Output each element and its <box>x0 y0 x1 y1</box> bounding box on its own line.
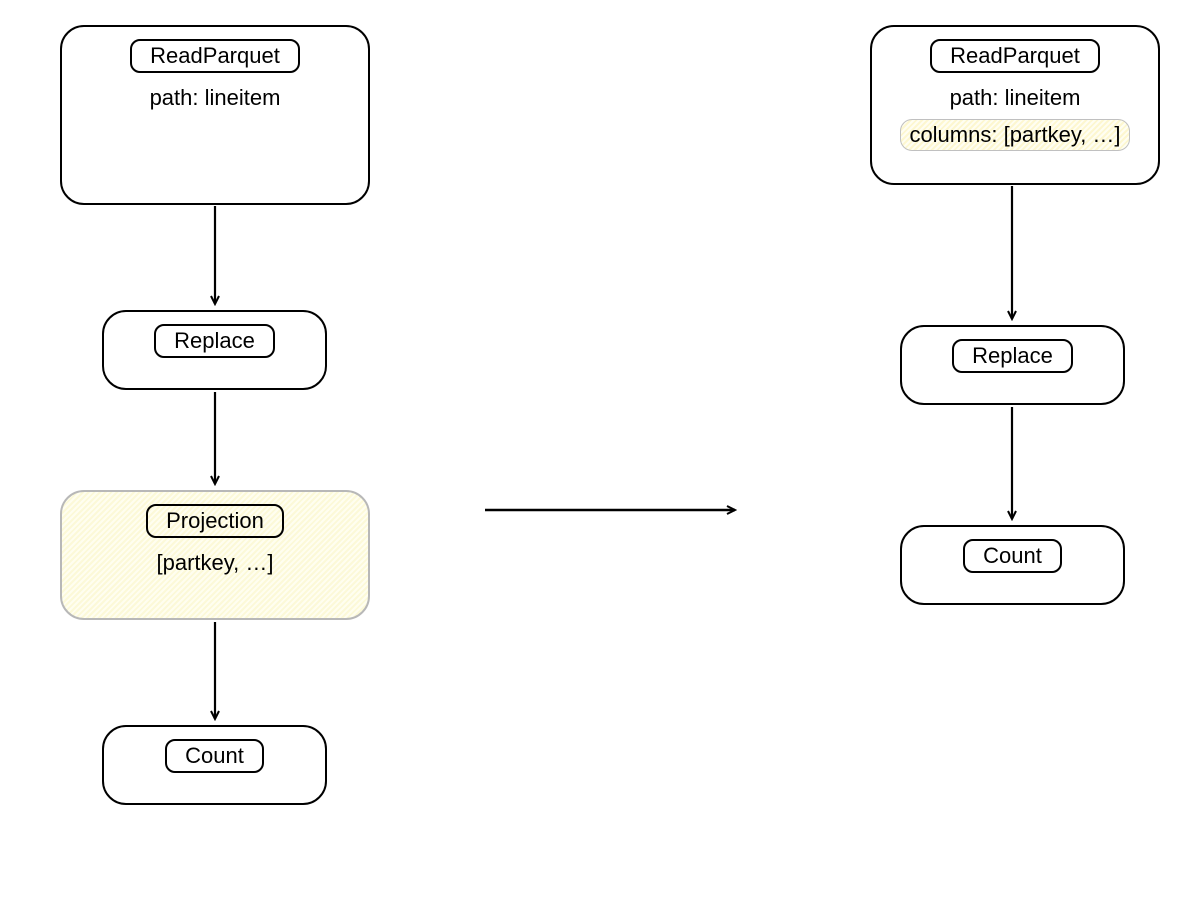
node-prop-cols-highlight: columns: [partkey, …] <box>900 119 1129 151</box>
node-projection-left: Projection [partkey, …] <box>60 490 370 620</box>
node-prop-path: path: lineitem <box>74 85 356 111</box>
node-title: Replace <box>154 324 275 358</box>
node-title: ReadParquet <box>130 39 300 73</box>
node-read-parquet-right: ReadParquet path: lineitem columns: [par… <box>870 25 1160 185</box>
node-read-parquet-left: ReadParquet path: lineitem <box>60 25 370 205</box>
node-replace-right: Replace <box>900 325 1125 405</box>
node-title: Count <box>165 739 264 773</box>
node-prop-cols: [partkey, …] <box>74 550 356 576</box>
node-replace-left: Replace <box>102 310 327 390</box>
node-title: Replace <box>952 339 1073 373</box>
node-prop-path: path: lineitem <box>884 85 1146 111</box>
node-count-right: Count <box>900 525 1125 605</box>
node-title: Projection <box>146 504 284 538</box>
node-title: Count <box>963 539 1062 573</box>
node-count-left: Count <box>102 725 327 805</box>
node-title: ReadParquet <box>930 39 1100 73</box>
